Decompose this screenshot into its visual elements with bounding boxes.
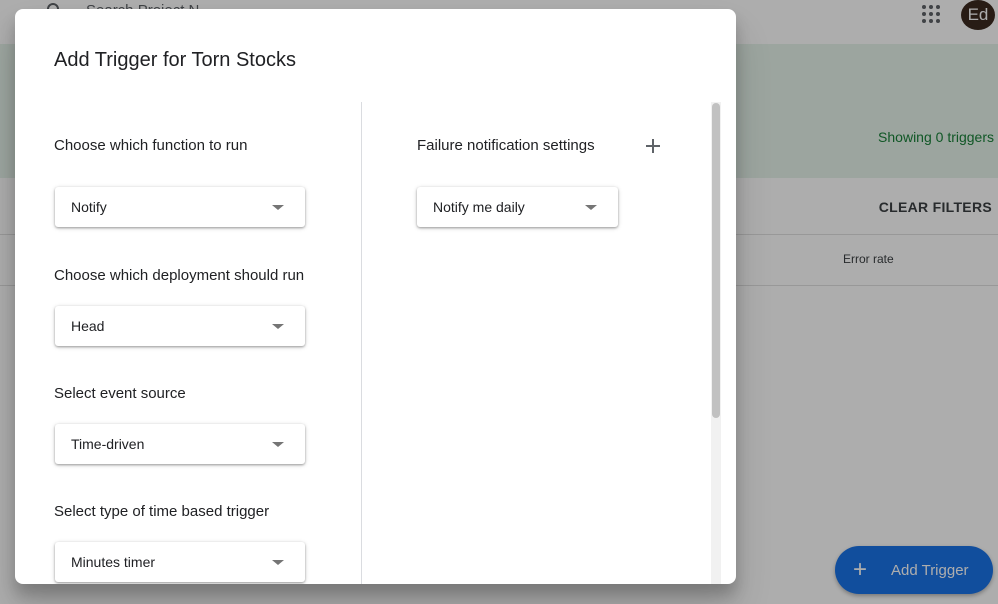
failure-notification-select-value: Notify me daily: [433, 199, 525, 215]
event-source-select-value: Time-driven: [71, 436, 145, 452]
function-select-value: Notify: [71, 199, 107, 215]
dropdown-arrow-icon: [272, 560, 284, 565]
time-trigger-type-select-value: Minutes timer: [71, 554, 156, 570]
dropdown-arrow-icon: [585, 205, 597, 210]
failure-notification-select[interactable]: Notify me daily: [417, 187, 618, 227]
failure-notification-label: Failure notification settings: [417, 137, 595, 154]
column-divider: [361, 102, 362, 584]
deployment-select[interactable]: Head: [55, 306, 305, 346]
event-source-select[interactable]: Time-driven: [55, 424, 305, 464]
scrollbar-thumb[interactable]: [712, 103, 720, 418]
add-notification-plus-icon[interactable]: [643, 136, 663, 156]
function-select[interactable]: Notify: [55, 187, 305, 227]
dropdown-arrow-icon: [272, 442, 284, 447]
deployment-select-value: Head: [71, 318, 105, 334]
dropdown-arrow-icon: [272, 205, 284, 210]
event-source-label: Select event source: [54, 385, 186, 402]
dropdown-arrow-icon: [272, 324, 284, 329]
dialog-title: Add Trigger for Torn Stocks: [54, 49, 296, 71]
deployment-label: Choose which deployment should run: [54, 267, 305, 284]
time-trigger-type-select[interactable]: Minutes timer: [55, 542, 305, 582]
function-label: Choose which function to run: [54, 137, 248, 154]
time-trigger-type-label: Select type of time based trigger: [54, 503, 270, 520]
add-trigger-dialog: Add Trigger for Torn Stocks Choose which…: [15, 9, 736, 584]
